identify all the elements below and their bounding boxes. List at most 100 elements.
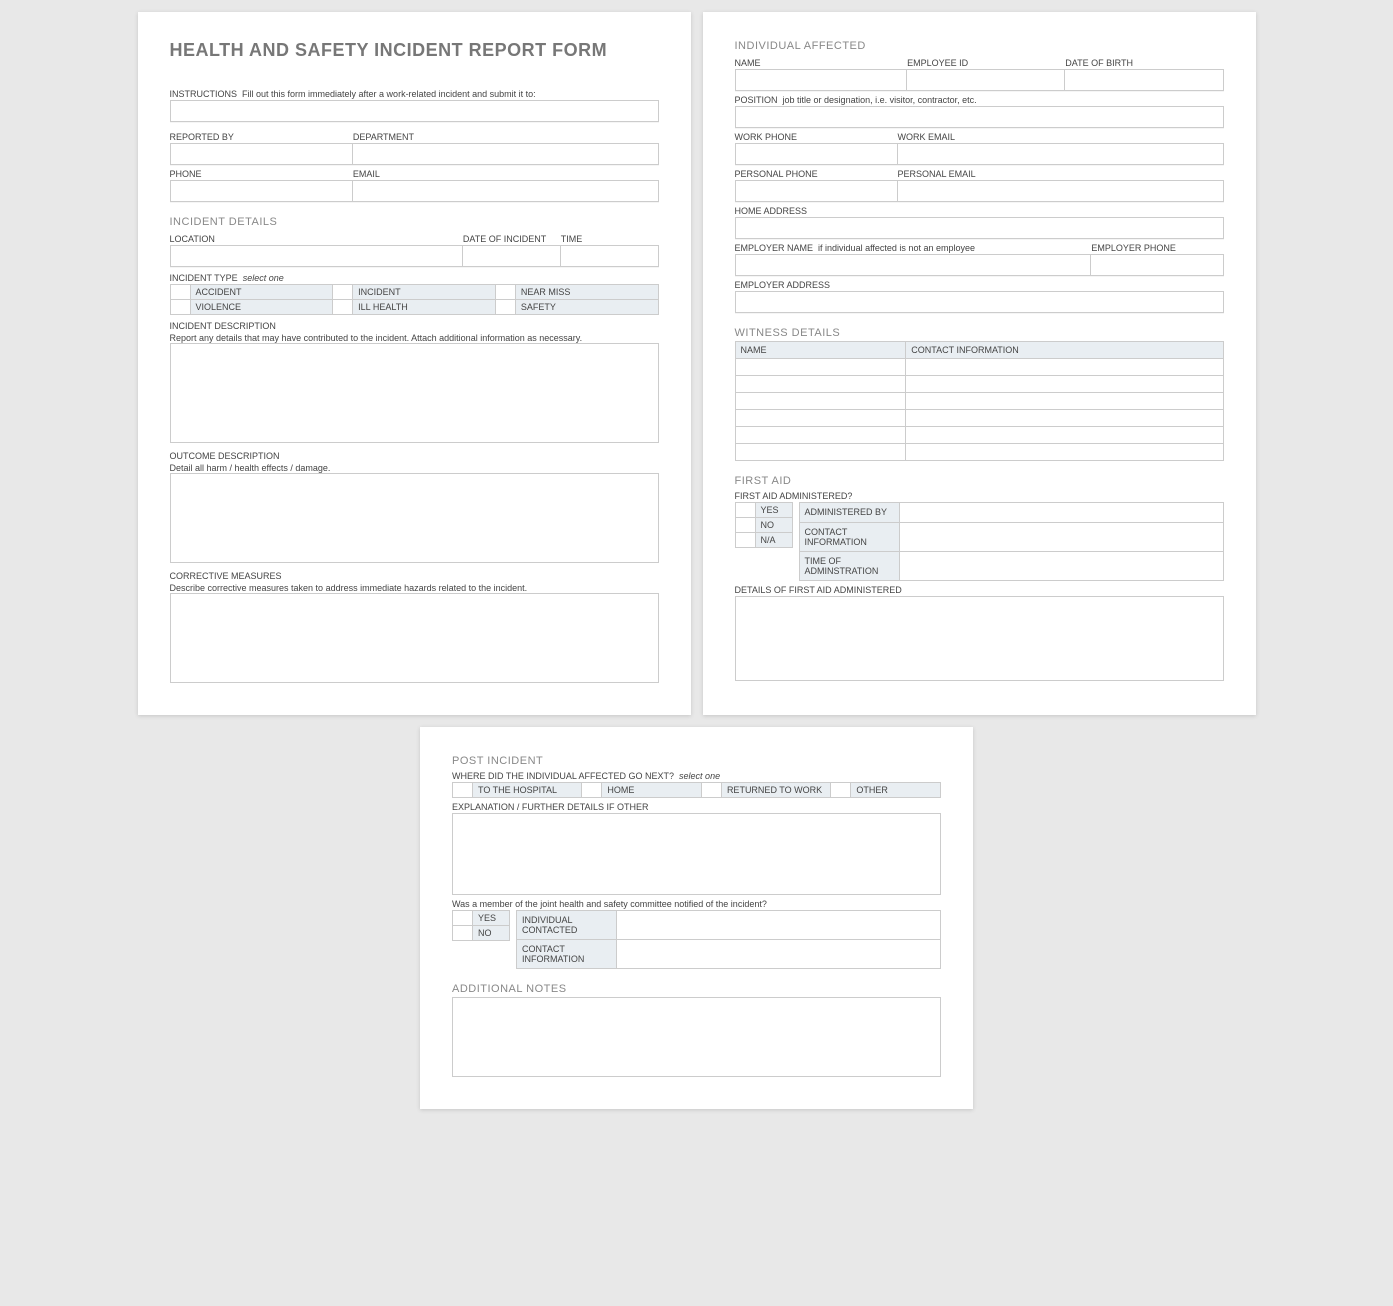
where-option-hospital[interactable]: TO THE HOSPITAL [452, 782, 582, 798]
witness-name-cell[interactable] [735, 359, 906, 376]
firstaid-admin-by-input[interactable] [900, 503, 1223, 522]
explanation-input[interactable] [452, 813, 941, 895]
corrective-input[interactable] [170, 593, 659, 683]
table-row [735, 410, 1223, 427]
witness-contact-cell[interactable] [906, 376, 1223, 393]
firstaid-options: YES NO N/A [735, 502, 793, 581]
personal-email-input[interactable] [898, 180, 1224, 202]
outcome-label: OUTCOME DESCRIPTION [170, 451, 659, 461]
work-phone-label: WORK PHONE [735, 132, 898, 142]
firstaid-admin-by-label: ADMINISTERED BY [800, 503, 900, 522]
witness-name-cell[interactable] [735, 376, 906, 393]
incident-type-option[interactable]: INCIDENT [332, 284, 496, 300]
witness-table: NAMECONTACT INFORMATION [735, 341, 1224, 461]
firstaid-fields: ADMINISTERED BY CONTACT INFORMATION TIME… [799, 502, 1224, 581]
incident-type-grid: ACCIDENT INCIDENT NEAR MISS VIOLENCE ILL… [170, 284, 659, 315]
witness-contact-cell[interactable] [906, 410, 1223, 427]
table-row [735, 427, 1223, 444]
employer-phone-label: EMPLOYER PHONE [1091, 243, 1223, 253]
firstaid-time-input[interactable] [900, 552, 1223, 580]
work-phone-input[interactable] [735, 143, 898, 165]
dob-input[interactable] [1065, 69, 1223, 91]
incident-desc-input[interactable] [170, 343, 659, 443]
reported-by-input[interactable] [170, 143, 353, 165]
personal-email-label: PERSONAL EMAIL [898, 169, 1224, 179]
home-address-input[interactable] [735, 217, 1224, 239]
firstaid-time-label: TIME OF ADMINSTRATION [800, 552, 900, 580]
committee-contact-input[interactable] [617, 940, 940, 968]
name-input[interactable] [735, 69, 908, 91]
witness-name-cell[interactable] [735, 393, 906, 410]
witness-name-cell[interactable] [735, 410, 906, 427]
employer-address-label: EMPLOYER ADDRESS [735, 280, 1224, 290]
incident-desc-hint: Report any details that may have contrib… [170, 333, 659, 343]
explanation-label: EXPLANATION / FURTHER DETAILS IF OTHER [452, 802, 941, 812]
witness-name-cell[interactable] [735, 444, 906, 461]
phone-input[interactable] [170, 180, 353, 202]
incident-type-option[interactable]: ILL HEALTH [332, 300, 496, 315]
work-email-label: WORK EMAIL [898, 132, 1224, 142]
employer-name-input[interactable] [735, 254, 1092, 276]
date-incident-label: DATE OF INCIDENT [463, 234, 561, 244]
firstaid-contact-input[interactable] [900, 523, 1223, 551]
firstaid-option-yes[interactable]: YES [735, 502, 793, 518]
where-option-home[interactable]: HOME [581, 782, 702, 798]
page-3: POST INCIDENT WHERE DID THE INDIVIDUAL A… [420, 727, 973, 1109]
time-input[interactable] [561, 245, 659, 267]
where-option-work[interactable]: RETURNED TO WORK [701, 782, 831, 798]
table-row [735, 393, 1223, 410]
additional-notes-input[interactable] [452, 997, 941, 1077]
where-next-options: TO THE HOSPITAL HOME RETURNED TO WORK OT… [452, 782, 941, 798]
witness-col-contact: CONTACT INFORMATION [906, 342, 1223, 359]
firstaid-option-no[interactable]: NO [735, 518, 793, 533]
employee-id-input[interactable] [907, 69, 1065, 91]
employer-address-input[interactable] [735, 291, 1224, 313]
incident-type-option[interactable]: SAFETY [495, 300, 659, 315]
committee-option-no[interactable]: NO [452, 926, 510, 941]
incident-type-option[interactable]: ACCIDENT [170, 284, 334, 300]
personal-phone-label: PERSONAL PHONE [735, 169, 898, 179]
incident-type-option[interactable]: NEAR MISS [495, 284, 659, 300]
dob-label: DATE OF BIRTH [1065, 58, 1223, 68]
employer-name-label: EMPLOYER NAME if individual affected is … [735, 243, 1092, 253]
where-next-label: WHERE DID THE INDIVIDUAL AFFECTED GO NEX… [452, 771, 941, 781]
name-label: NAME [735, 58, 908, 68]
individual-heading: INDIVIDUAL AFFECTED [735, 40, 1224, 52]
witness-contact-cell[interactable] [906, 359, 1223, 376]
table-row [735, 444, 1223, 461]
witness-col-name: NAME [735, 342, 906, 359]
committee-individual-input[interactable] [617, 911, 940, 939]
table-row [735, 359, 1223, 376]
firstaid-option-na[interactable]: N/A [735, 533, 793, 548]
work-email-input[interactable] [898, 143, 1224, 165]
committee-contact-label: CONTACT INFORMATION [517, 940, 617, 968]
where-option-other[interactable]: OTHER [830, 782, 941, 798]
email-label: EMAIL [353, 169, 659, 179]
email-input[interactable] [353, 180, 659, 202]
incident-type-label: INCIDENT TYPE select one [170, 273, 659, 283]
employer-phone-input[interactable] [1091, 254, 1223, 276]
committee-option-yes[interactable]: YES [452, 910, 510, 926]
committee-individual-label: INDIVIDUAL CONTACTED [517, 911, 617, 939]
witness-contact-cell[interactable] [906, 427, 1223, 444]
instructions-label: INSTRUCTIONS Fill out this form immediat… [170, 89, 659, 99]
incident-details-heading: INCIDENT DETAILS [170, 216, 659, 228]
position-input[interactable] [735, 106, 1224, 128]
firstaid-details-input[interactable] [735, 596, 1224, 681]
witness-contact-cell[interactable] [906, 393, 1223, 410]
corrective-label: CORRECTIVE MEASURES [170, 571, 659, 581]
committee-fields: INDIVIDUAL CONTACTED CONTACT INFORMATION [516, 910, 941, 969]
location-input[interactable] [170, 245, 463, 267]
time-label: TIME [561, 234, 659, 244]
committee-question: Was a member of the joint health and saf… [452, 899, 941, 909]
incident-type-option[interactable]: VIOLENCE [170, 300, 334, 315]
outcome-input[interactable] [170, 473, 659, 563]
witness-name-cell[interactable] [735, 427, 906, 444]
instructions-input[interactable] [170, 100, 659, 122]
firstaid-details-label: DETAILS OF FIRST AID ADMINISTERED [735, 585, 1224, 595]
date-incident-input[interactable] [463, 245, 561, 267]
department-input[interactable] [353, 143, 659, 165]
outcome-hint: Detail all harm / health effects / damag… [170, 463, 659, 473]
witness-contact-cell[interactable] [906, 444, 1223, 461]
personal-phone-input[interactable] [735, 180, 898, 202]
